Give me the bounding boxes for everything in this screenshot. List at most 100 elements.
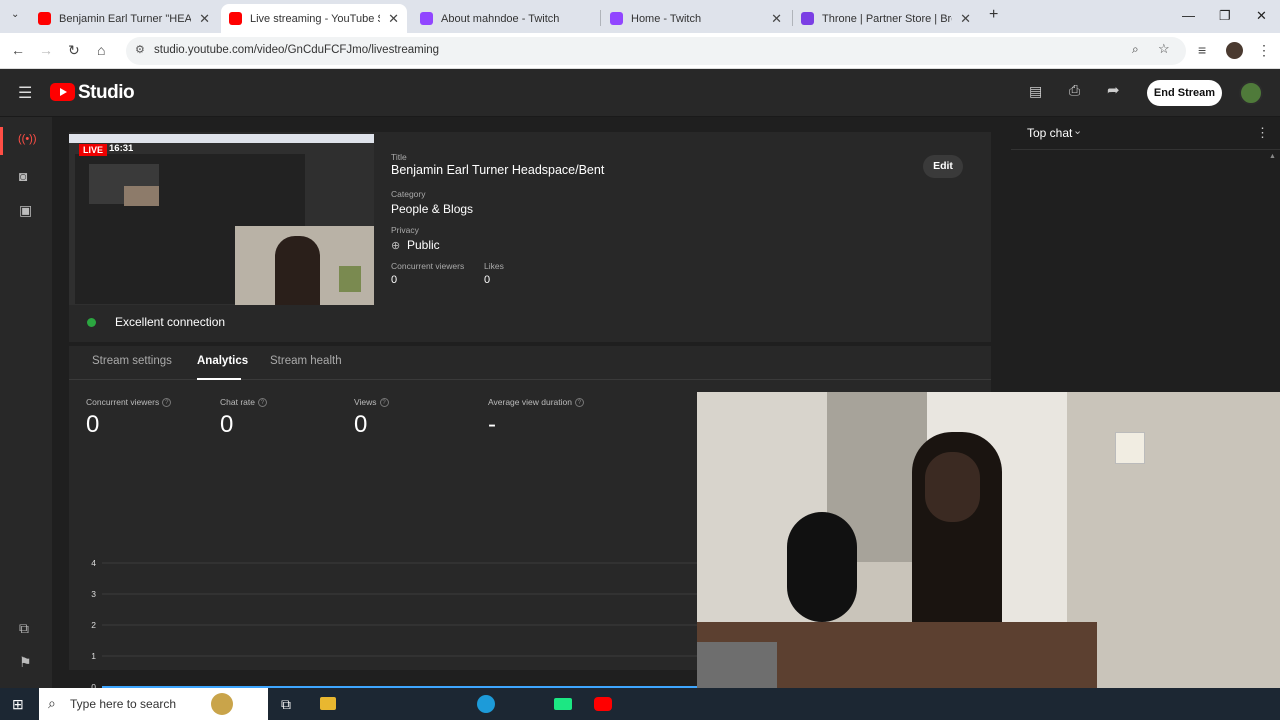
youtube-icon [38,12,51,25]
close-tab-icon[interactable]: ✕ [960,11,971,27]
chart-y-tick-label: 1 [91,651,96,661]
connection-status-dot [87,318,96,327]
preview-person [275,236,320,305]
zoom-icon[interactable]: ⌕ [1132,42,1139,57]
active-indicator [0,127,3,155]
live-stream-icon[interactable]: ((•)) [18,133,37,145]
search-icon: ⌕ [48,695,56,711]
cam-microphone [787,512,857,622]
privacy-label: Privacy [391,225,419,235]
chat-more-icon[interactable]: ⋮ [1256,125,1269,141]
metric-label: Views [354,397,377,407]
browser-menu-icon[interactable]: ⋮ [1257,42,1271,59]
throne-icon [801,12,814,25]
browser-toolbar: ← → ↻ ⌂ ⚙ studio.youtube.com/video/GnCdu… [0,33,1280,69]
hulu-icon[interactable] [554,698,572,710]
media-controls-icon[interactable]: ≡ [1198,42,1206,58]
webcam-icon[interactable]: ◙ [19,168,27,184]
minimize-icon[interactable]: — [1182,8,1195,23]
address-bar[interactable]: ⚙ studio.youtube.com/video/GnCduFCFJmo/l… [126,37,1186,65]
studio-sidebar: ((•)) ◙ ▣ ⧉ ⚑ [0,117,52,688]
preview-cam-mini [124,186,159,206]
metric-chat-rate: Chat rate? 0 [220,397,267,439]
chat-header: Top chat ⌄ ⋮ [1011,117,1280,150]
feedback-icon[interactable]: ⚑ [19,654,32,671]
clapperboard-icon[interactable]: ▤ [1029,83,1042,100]
browser-tab-4[interactable]: Home - Twitch ✕ [602,4,790,33]
external-link-icon[interactable]: ⧉ [19,620,29,637]
help-icon[interactable]: ? [257,398,267,408]
bookmark-star-icon[interactable]: ☆ [1158,41,1170,57]
metric-value: - [488,411,496,439]
new-tab-icon[interactable]: + [989,6,998,24]
cam-light-switch [1115,432,1145,464]
file-explorer-icon[interactable] [320,697,336,710]
tab-search-chevron-icon[interactable]: ⌄ [11,9,19,20]
title-label: Title [391,152,407,162]
stream-title: Benjamin Earl Turner Headspace/Bent [391,163,605,177]
taskbar-search[interactable]: ⌕ Type here to search [39,688,268,720]
globe-icon: ⊕ [391,240,401,252]
metric-value: 0 [86,411,100,439]
task-view-icon[interactable]: ⧉ [281,696,291,713]
close-tab-icon[interactable]: ✕ [771,11,782,27]
youtube-logo-icon[interactable] [50,83,75,101]
browser-tab-5[interactable]: Throne | Partner Store | Browse ✕ [793,4,979,33]
youtube-icon [229,12,242,25]
profile-avatar[interactable] [1226,42,1243,59]
home-icon[interactable]: ⌂ [97,42,105,58]
reload-icon[interactable]: ↻ [68,42,80,59]
edit-button[interactable]: Edit [923,155,963,178]
tab-stream-health[interactable]: Stream health [270,355,342,367]
studio-logo-text[interactable]: Studio [78,82,135,104]
help-icon[interactable]: ? [379,398,389,408]
close-tab-icon[interactable]: ✕ [199,11,210,27]
help-icon[interactable]: ? [574,398,584,408]
back-icon[interactable]: ← [11,42,25,58]
menu-hamburger-icon[interactable]: ☰ [18,83,32,103]
channel-avatar[interactable] [1239,81,1263,105]
chart-y-tick-label: 3 [91,589,96,599]
chevron-down-icon[interactable]: ⌄ [1073,124,1082,137]
browser-tab-1[interactable]: Benjamin Earl Turner "HEADSPA ✕ [30,4,218,33]
end-stream-button[interactable]: End Stream [1147,80,1222,106]
restore-icon[interactable]: ❐ [1219,8,1231,24]
browser-tab-title: Live streaming - YouTube Studi [250,12,380,25]
forward-icon[interactable]: → [39,42,53,58]
stream-category: People & Blogs [391,202,474,216]
browser-tab-3[interactable]: About mahndoe - Twitch [412,4,598,33]
windows-taskbar: ⊞ ⌕ Type here to search ⧉ [0,688,1280,720]
metric-label: Average view duration [488,397,572,407]
chat-mode-selector[interactable]: Top chat [1027,126,1072,140]
cam-person-face [925,452,980,522]
edge-browser-icon[interactable] [477,695,495,713]
window-close-icon[interactable]: ✕ [1256,8,1267,24]
manage-icon[interactable]: ▣ [19,202,32,219]
metric-views: Views? 0 [354,397,389,439]
help-icon[interactable]: ? [162,398,172,408]
bookmark-icon[interactable]: ⎙ [1069,82,1080,99]
tab-stream-settings[interactable]: Stream settings [92,355,172,367]
youtube-app-icon[interactable] [594,697,612,711]
share-icon[interactable]: ➦ [1107,81,1120,99]
twitch-icon [610,12,623,25]
preview-webcam [235,226,374,305]
site-info-icon[interactable]: ⚙ [135,43,145,56]
browser-tab-title: Home - Twitch [631,12,702,25]
metric-concurrent-viewers: Concurrent viewers? 0 [86,397,172,439]
preview-browser-bar [69,134,374,143]
close-tab-icon[interactable]: ✕ [388,11,399,27]
browser-tab-2[interactable]: Live streaming - YouTube Studi ✕ [221,4,407,33]
scroll-up-icon[interactable]: ▲ [1269,153,1276,160]
concurrent-viewers-value: 0 [391,274,398,286]
tab-analytics[interactable]: Analytics [197,355,248,367]
stream-privacy: Public [407,238,440,252]
search-highlight-icon [211,693,233,715]
webcam-overlay [697,392,1280,720]
stream-preview[interactable]: LIVE 16:31 [69,134,374,305]
concurrent-viewers-label: Concurrent viewers [391,261,465,271]
live-elapsed-time: 16:31 [109,143,134,154]
browser-tab-title: Throne | Partner Store | Browse [822,12,952,25]
windows-start-icon[interactable]: ⊞ [12,696,24,713]
metric-label: Concurrent viewers [86,397,160,407]
